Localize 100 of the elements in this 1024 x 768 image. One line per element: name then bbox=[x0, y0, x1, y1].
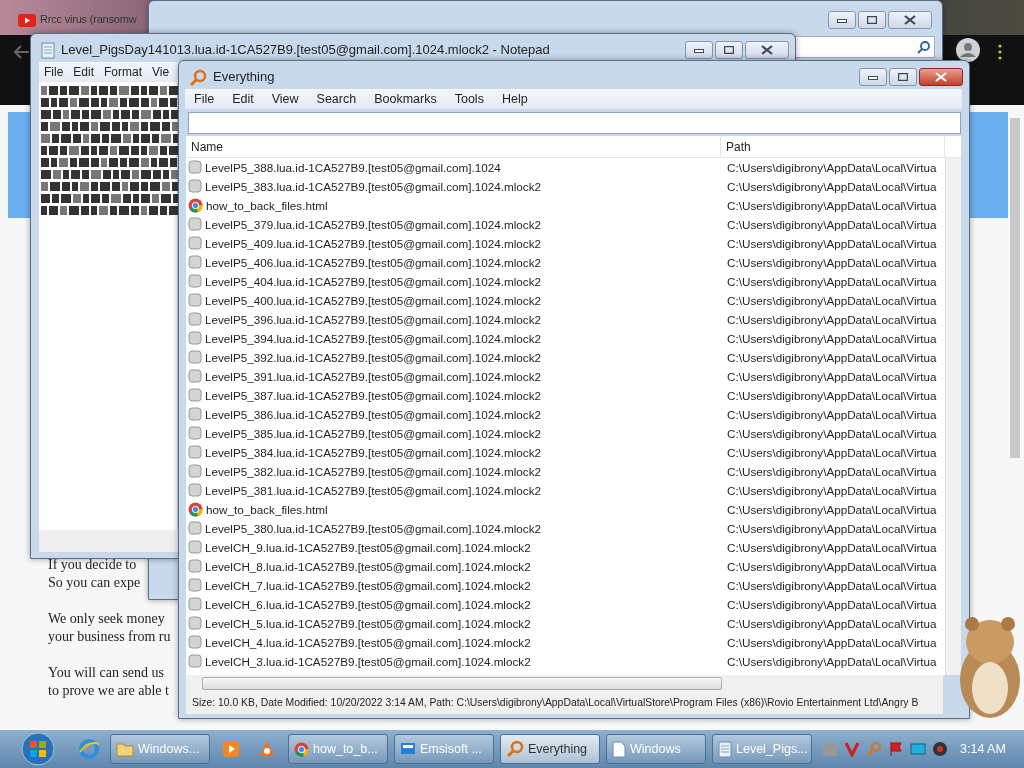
file-icon bbox=[188, 597, 202, 612]
file-name[interactable]: LevelCH_3.lua.id-1CA527B9.[test05@gmail.com].1024.mlock2 bbox=[205, 652, 531, 671]
file-icon bbox=[188, 274, 202, 289]
avatar-icon[interactable] bbox=[956, 38, 980, 62]
window-title: Everything bbox=[213, 68, 276, 87]
file-name[interactable]: LevelCH_8.lua.id-1CA527B9.[test05@gmail.com].1024.mlock2 bbox=[205, 557, 531, 576]
file-name[interactable]: LevelP5_392.lua.id-1CA527B9.[test05@gmail.com].1024.mlock2 bbox=[205, 348, 542, 367]
start-button[interactable] bbox=[21, 732, 55, 766]
file-icon bbox=[188, 369, 202, 384]
file-path: C:\Users\digibrony\AppData\Local\Virtua bbox=[726, 235, 937, 252]
chrome-icon bbox=[294, 741, 309, 757]
file-icon bbox=[188, 445, 202, 460]
scrollbar[interactable] bbox=[186, 675, 943, 692]
file-name[interactable]: LevelP5_381.lua.id-1CA527B9.[test05@gmail.com].1024.mlock2 bbox=[205, 481, 542, 500]
maximize-button[interactable] bbox=[889, 68, 917, 86]
maximize-button[interactable] bbox=[715, 41, 743, 59]
file-name[interactable]: LevelP5_404.lua.id-1CA527B9.[test05@gmail.com].1024.mlock2 bbox=[205, 272, 542, 291]
minimize-icon bbox=[694, 47, 704, 53]
menu-item[interactable]: Edit bbox=[68, 63, 100, 81]
column-header[interactable]: Name bbox=[186, 135, 721, 158]
file-icon bbox=[188, 350, 202, 365]
menu-item[interactable]: Bookmarks bbox=[365, 89, 446, 109]
folder-icon bbox=[116, 741, 134, 757]
file-name[interactable]: LevelP5_406.lua.id-1CA527B9.[test05@gmail.com].1024.mlock2 bbox=[205, 253, 542, 272]
close-button[interactable] bbox=[888, 11, 932, 29]
file-path: C:\Users\digibrony\AppData\Local\Virtua bbox=[726, 387, 937, 404]
notepad-icon bbox=[41, 42, 55, 60]
file-name[interactable]: LevelP5_380.lua.id-1CA527B9.[test05@gmail.com].1024.mlock2 bbox=[205, 519, 542, 538]
search-field[interactable] bbox=[795, 36, 935, 58]
menu-item[interactable]: File bbox=[39, 63, 69, 81]
text-area[interactable] bbox=[39, 82, 177, 530]
file-icon bbox=[188, 483, 202, 498]
search-field[interactable] bbox=[188, 112, 961, 134]
close-button[interactable] bbox=[919, 68, 963, 86]
file-path: C:\Users\digibrony\AppData\Local\Virtua bbox=[726, 254, 937, 271]
file-name[interactable]: LevelP5_391.lua.id-1CA527B9.[test05@gmail.com].1024.mlock2 bbox=[205, 367, 542, 386]
file-name[interactable]: LevelP5_409.lua.id-1CA527B9.[test05@gmail.com].1024.mlock2 bbox=[205, 234, 542, 253]
menu-item[interactable]: Tools bbox=[445, 89, 493, 109]
file-name[interactable]: LevelP5_396.lua.id-1CA527B9.[test05@gmail.com].1024.mlock2 bbox=[205, 310, 542, 329]
file-name[interactable]: LevelP5_400.lua.id-1CA527B9.[test05@gmail.com].1024.mlock2 bbox=[205, 291, 542, 310]
file-icon bbox=[188, 255, 202, 270]
file-name[interactable]: LevelCH_5.lua.id-1CA527B9.[test05@gmail.com].1024.mlock2 bbox=[205, 614, 531, 633]
file-path: C:\Users\digibrony\AppData\Local\Virtua bbox=[726, 159, 937, 176]
menu-item[interactable]: Search bbox=[307, 89, 366, 109]
file-icon bbox=[188, 578, 202, 593]
monitor-icon bbox=[400, 741, 416, 757]
file-name[interactable]: LevelP5_386.lua.id-1CA527B9.[test05@gmail.com].1024.mlock2 bbox=[205, 405, 542, 424]
file-name[interactable]: LevelCH_4.lua.id-1CA527B9.[test05@gmail.com].1024.mlock2 bbox=[205, 633, 531, 652]
maximize-icon bbox=[867, 16, 877, 24]
file-icon bbox=[188, 426, 202, 441]
menu-item[interactable]: View bbox=[262, 89, 308, 109]
file-path: C:\Users\digibrony\AppData\Local\Virtua bbox=[726, 577, 937, 594]
paragraph-line: So you can expe bbox=[48, 574, 142, 592]
play-icon[interactable] bbox=[222, 740, 240, 758]
file-path: C:\Users\digibrony\AppData\Local\Virtua bbox=[726, 425, 937, 442]
magnifier-icon bbox=[189, 68, 207, 87]
file-name[interactable]: LevelP5_384.lua.id-1CA527B9.[test05@gmail.com].1024.mlock2 bbox=[205, 443, 542, 462]
status-bar: Size: 10.0 KB, Date Modified: 10/20/2022 3:14 AM, Path: C:\Users\digibrony\AppData\Local\VirtualStore\Program Files (x86)\Rovio Entertainment Ltd\Angry B bbox=[186, 692, 943, 714]
file-path: C:\Users\digibrony\AppData\Local\Virtua bbox=[726, 197, 937, 214]
file-name[interactable]: how_to_back_files.html bbox=[206, 196, 328, 215]
minimize-button[interactable] bbox=[859, 68, 887, 86]
maximize-button[interactable] bbox=[858, 11, 886, 29]
file-name[interactable]: LevelCH_9.lua.id-1CA527B9.[test05@gmail.com].1024.mlock2 bbox=[205, 538, 531, 557]
file-path: C:\Users\digibrony\AppData\Local\Virtua bbox=[726, 482, 937, 499]
app-icon[interactable] bbox=[257, 739, 277, 759]
scrollbar[interactable] bbox=[1010, 118, 1020, 458]
file-name[interactable]: LevelCH_7.lua.id-1CA527B9.[test05@gmail.com].1024.mlock2 bbox=[205, 576, 531, 595]
file-icon bbox=[188, 331, 202, 346]
search-icon[interactable] bbox=[917, 40, 930, 54]
file-path: C:\Users\digibrony\AppData\Local\Virtua bbox=[726, 216, 937, 233]
file-path: C:\Users\digibrony\AppData\Local\Virtua bbox=[726, 292, 937, 309]
close-button[interactable] bbox=[745, 41, 789, 59]
file-name[interactable]: LevelP5_379.lua.id-1CA527B9.[test05@gmail.com].1024.mlock2 bbox=[205, 215, 542, 234]
menu-item[interactable]: File bbox=[185, 89, 224, 109]
close-icon bbox=[935, 72, 947, 82]
flag-icon[interactable] bbox=[888, 741, 904, 757]
menu-item[interactable]: Vie bbox=[147, 63, 175, 81]
file-name[interactable]: LevelP5_382.lua.id-1CA527B9.[test05@gmail.com].1024.mlock2 bbox=[205, 462, 542, 481]
column-header[interactable]: Path bbox=[721, 135, 945, 158]
minimize-button[interactable] bbox=[828, 11, 856, 29]
file-name[interactable]: how_to_back_files.html bbox=[206, 500, 328, 519]
menu-item[interactable]: Edit bbox=[223, 89, 263, 109]
maximize-icon bbox=[724, 46, 734, 54]
file-name[interactable]: LevelP5_388.lua.id-1CA527B9.[test05@gmail.com].1024 bbox=[205, 158, 501, 177]
file-name[interactable]: LevelCH_6.lua.id-1CA527B9.[test05@gmail.com].1024.mlock2 bbox=[205, 595, 531, 614]
paragraph-line: If you decide to bbox=[48, 556, 138, 574]
file-name[interactable]: LevelP5_387.lua.id-1CA527B9.[test05@gmail.com].1024.mlock2 bbox=[205, 386, 542, 405]
back-icon[interactable] bbox=[12, 43, 30, 60]
file-path: C:\Users\digibrony\AppData\Local\Virtua bbox=[726, 558, 937, 575]
file-name[interactable]: LevelP5_385.lua.id-1CA527B9.[test05@gmail.com].1024.mlock2 bbox=[205, 424, 542, 443]
taskbar-button[interactable]: Everything bbox=[500, 734, 600, 764]
minimize-button[interactable] bbox=[685, 41, 713, 59]
minimize-icon bbox=[868, 74, 878, 80]
menu-icon[interactable] bbox=[998, 43, 1002, 60]
file-name[interactable]: LevelP5_394.lua.id-1CA527B9.[test05@gmail.com].1024.mlock2 bbox=[205, 329, 542, 348]
scroll-thumb[interactable] bbox=[202, 677, 722, 690]
menu-item[interactable]: Format bbox=[99, 63, 148, 81]
menu-item[interactable]: Help bbox=[492, 89, 537, 109]
file-name[interactable]: LevelP5_383.lua.id-1CA527B9.[test05@gmail.com].1024.mlock2 bbox=[205, 177, 542, 196]
scrollbar[interactable] bbox=[945, 158, 961, 675]
